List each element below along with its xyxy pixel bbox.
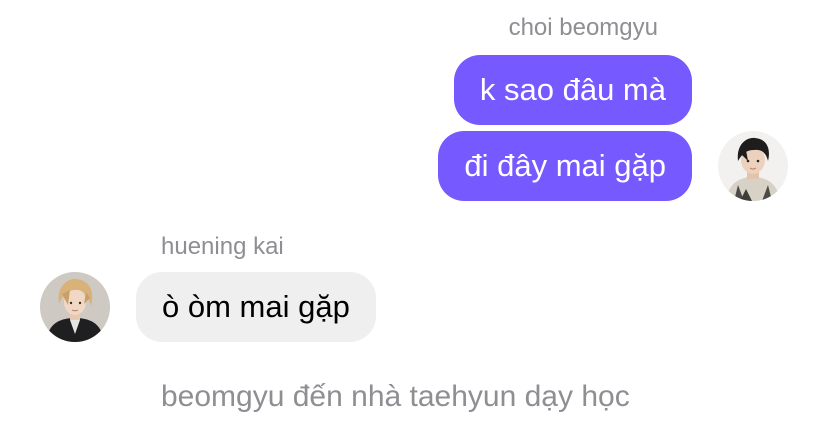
avatar-photo-icon — [718, 131, 788, 201]
message-bubble-outgoing[interactable]: k sao đâu mà — [453, 55, 692, 125]
chat-screen: choi beomgyu k sao đâu mà đi đây mai gặp… — [0, 0, 828, 423]
message-bubble-incoming[interactable]: ò òm mai gặp — [136, 272, 376, 342]
sender-name-incoming: huening kai — [161, 233, 284, 260]
avatar[interactable] — [40, 272, 110, 342]
avatar-photo-icon — [40, 272, 110, 342]
system-note: beomgyu đến nhà taehyun dạy học — [161, 380, 630, 413]
avatar[interactable] — [718, 131, 788, 201]
sender-name-outgoing: choi beomgyu — [508, 14, 658, 41]
message-bubble-outgoing[interactable]: đi đây mai gặp — [438, 131, 692, 201]
